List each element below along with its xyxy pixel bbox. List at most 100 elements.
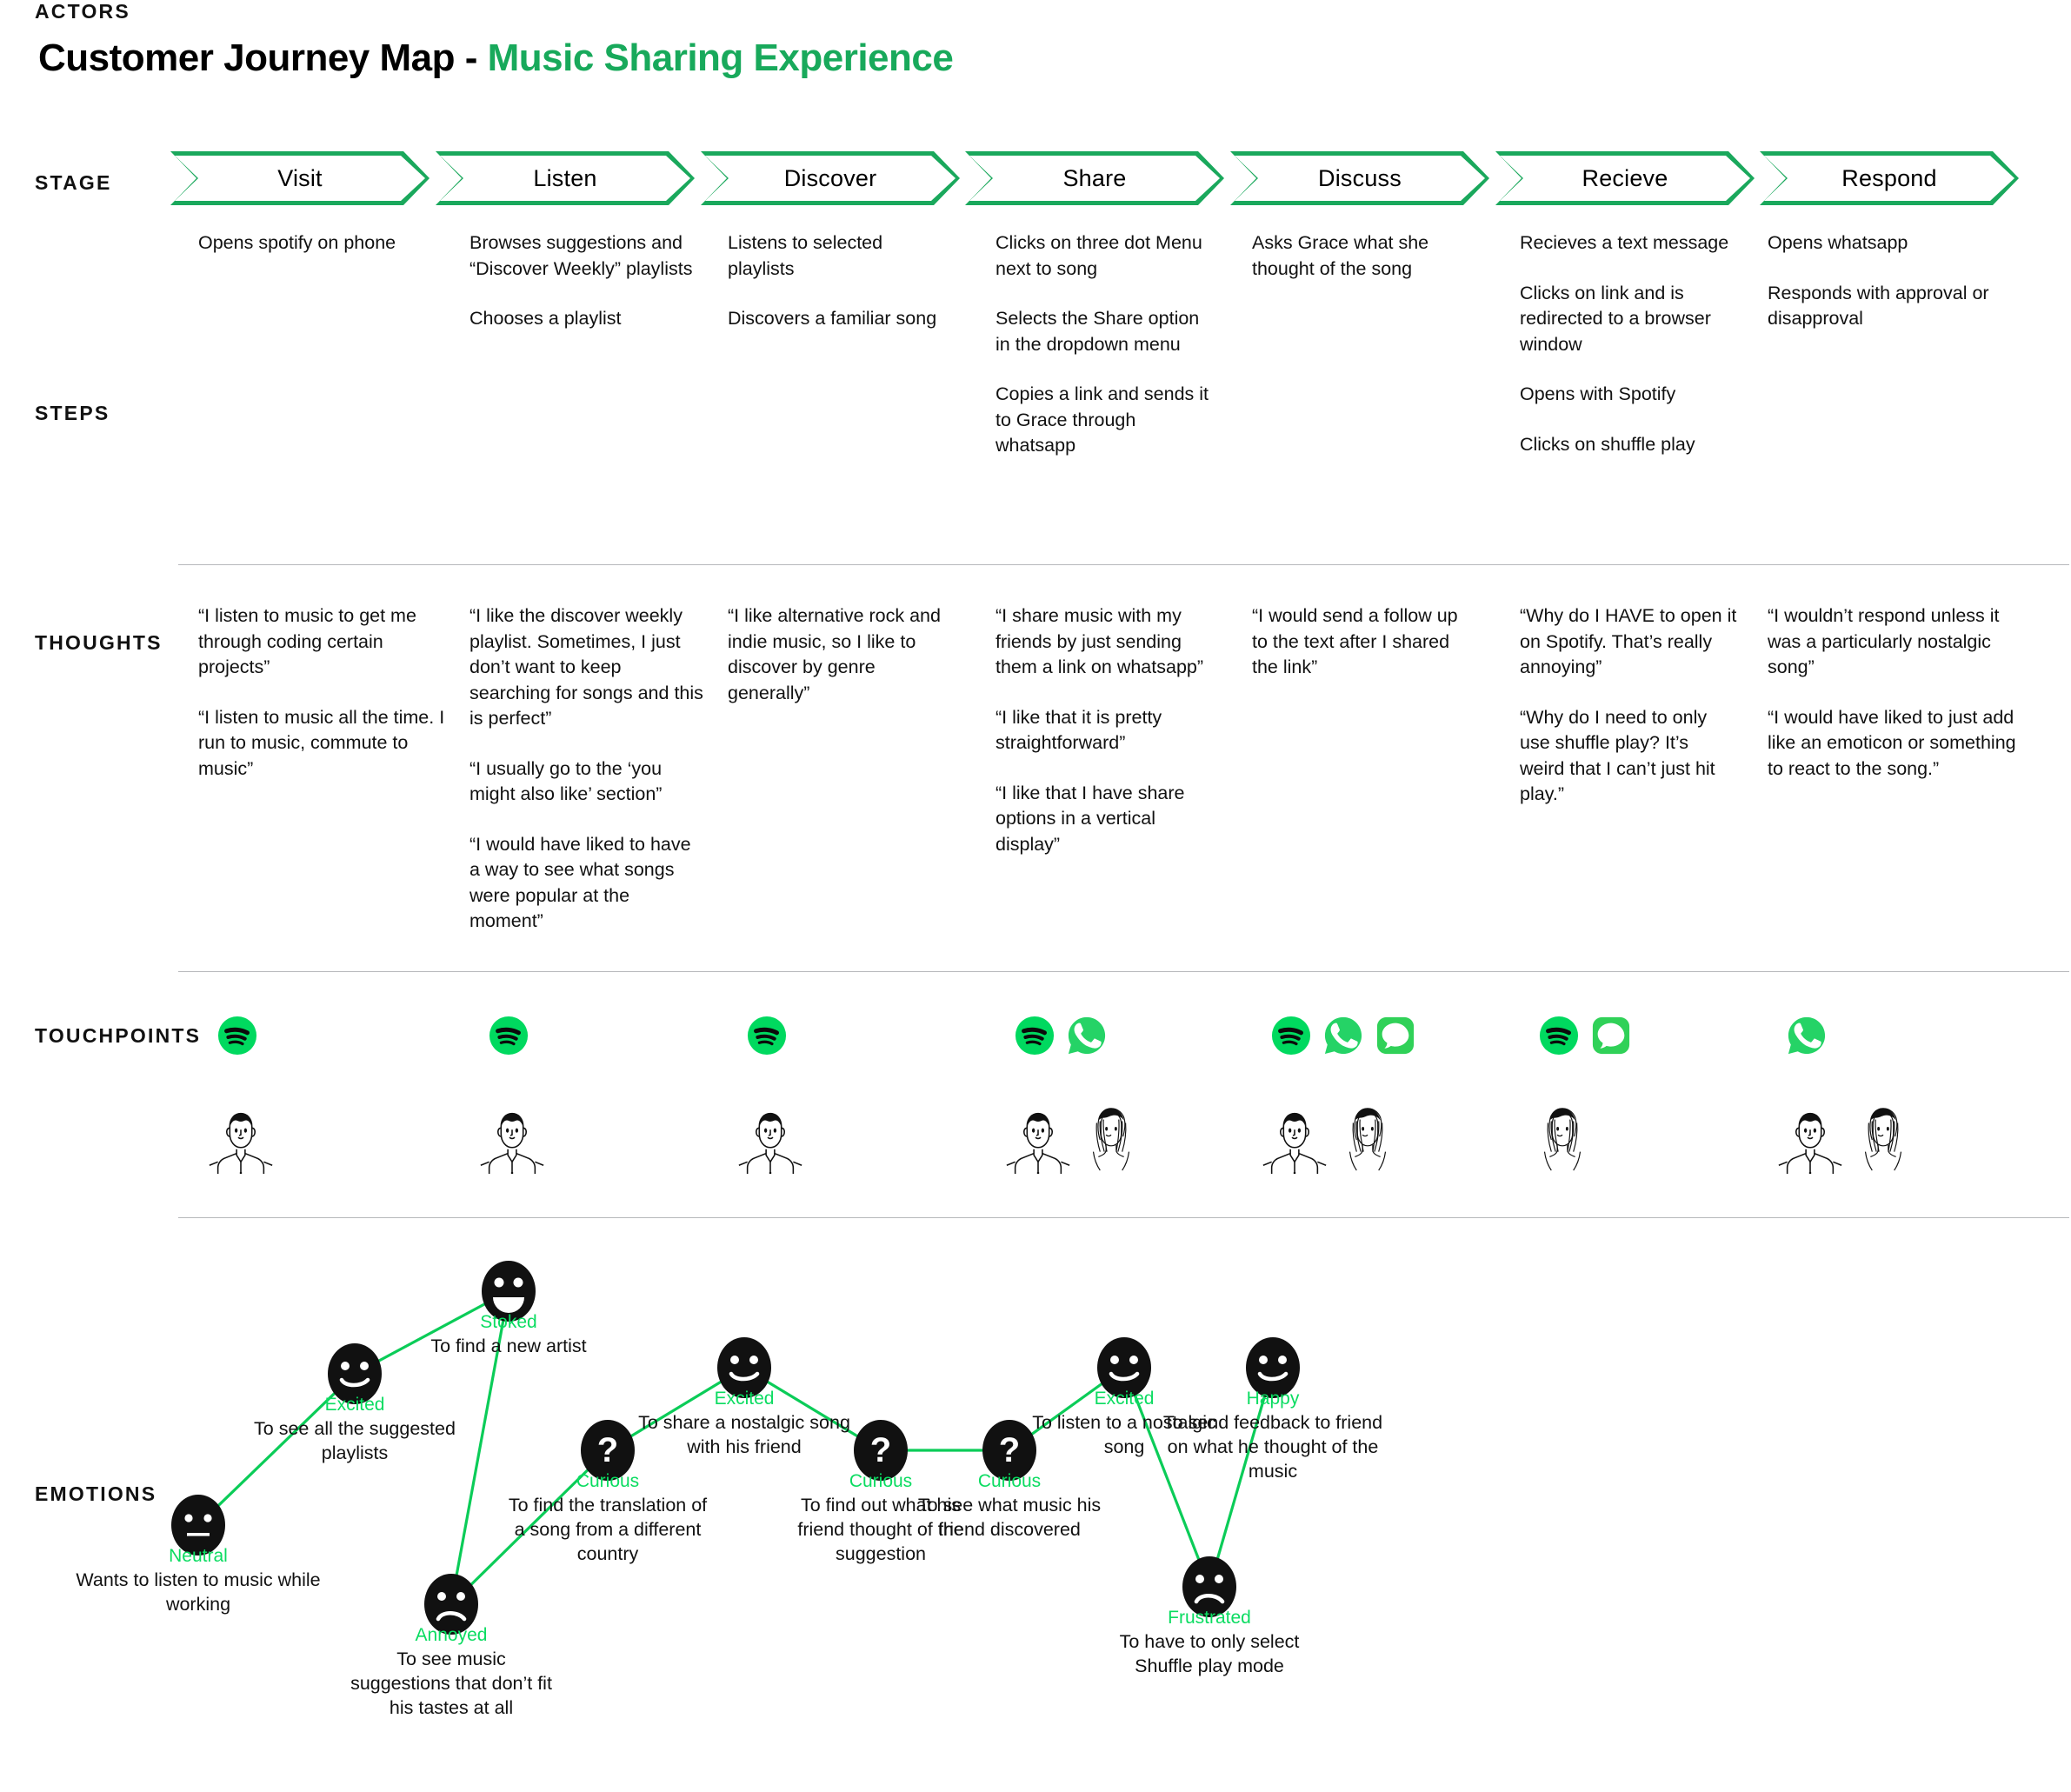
- step-column-discuss: Asks Grace what she thought of the song: [1252, 230, 1478, 282]
- stage-label: Share: [1062, 164, 1127, 191]
- question-face-icon: ?: [982, 1420, 1036, 1481]
- touchpoint-group-listen: [489, 1016, 529, 1056]
- stage-label: Discuss: [1318, 164, 1402, 191]
- page-title-main: Customer Journey Map -: [38, 37, 488, 79]
- divider-steps-thoughts: [178, 564, 2069, 565]
- svg-text:?: ?: [870, 1431, 891, 1469]
- emotion-name: Curious: [977, 1471, 1042, 1491]
- emotion-description: Wants to listen to music while working: [76, 1569, 321, 1615]
- emotion-node-happy-10[interactable]: [1244, 1336, 1302, 1400]
- female-actor-icon: [1092, 1108, 1130, 1171]
- emotion-label-block-6: Curious To find out what his friend thoug…: [776, 1469, 985, 1566]
- imessage-icon: [1592, 1016, 1630, 1055]
- happy-face-icon: [328, 1343, 382, 1404]
- thought-item: “I wouldn’t respond unless it was a part…: [1768, 605, 2000, 677]
- thought-item: “I listen to music to get me through cod…: [198, 605, 416, 677]
- actor-group-share: [1004, 1103, 1145, 1174]
- step-item: Clicks on link and is redirected to a br…: [1520, 282, 1711, 355]
- stage-label: Listen: [533, 164, 597, 191]
- emotion-node-neutral-0[interactable]: [170, 1493, 227, 1557]
- emotion-label-block-2: Stoked To find a new artist: [378, 1310, 639, 1358]
- emotion-name: Excited: [1094, 1389, 1155, 1409]
- stage-chevron-recieve[interactable]: Recieve: [1495, 151, 1755, 205]
- spotify-icon: [1015, 1016, 1055, 1056]
- question-face-icon: ?: [581, 1420, 635, 1481]
- divider-actors-emotions: [178, 1217, 2069, 1218]
- spotify-icon: [1539, 1016, 1579, 1056]
- thought-item: “I would send a follow up to the text af…: [1252, 605, 1458, 677]
- emotion-node-annoyed-3[interactable]: [423, 1572, 480, 1636]
- row-label-actors: ACTORS: [35, 0, 130, 23]
- emotion-label-block-4: Curious To find the translation of a song…: [503, 1469, 712, 1566]
- thought-item: “I share music with my friends by just s…: [996, 605, 1204, 677]
- thought-column-respond: “I wouldn’t respond unless it was a part…: [1768, 603, 2028, 782]
- emotion-connector: [354, 1289, 509, 1376]
- thought-item: “I like alternative rock and indie music…: [728, 605, 941, 703]
- female-actor-icon: [1849, 1103, 1917, 1174]
- step-item: Selects the Share option in the dropdown…: [996, 308, 1200, 355]
- touchpoint-group-discuss: [1271, 1016, 1415, 1056]
- stage-chevron-discover[interactable]: Discover: [701, 151, 960, 205]
- sad-face-icon: [1182, 1556, 1236, 1617]
- step-item: Asks Grace what she thought of the song: [1252, 232, 1429, 279]
- stage-chevron-visit[interactable]: Visit: [170, 151, 430, 205]
- grin-face-icon: [482, 1261, 536, 1322]
- emotion-description: To see music suggestions that don’t fit …: [350, 1649, 552, 1718]
- thought-item: “I would have liked to have a way to see…: [469, 833, 691, 932]
- female-actor-icon: [1334, 1103, 1402, 1174]
- male-actor-icon: [1006, 1112, 1070, 1174]
- whatsapp-icon: [1324, 1016, 1362, 1055]
- thought-item: “I like that I have share options in a v…: [996, 782, 1185, 855]
- emotion-label-block-8: Excited To listen to a nostalgic song: [1020, 1387, 1229, 1459]
- emotion-node-curious-6[interactable]: ?: [852, 1418, 909, 1482]
- row-label-touchpoints: TOUCHPOINTS: [35, 1024, 202, 1047]
- thought-column-discover: “I like alternative rock and indie music…: [728, 603, 945, 706]
- emotion-connector: [449, 1449, 609, 1606]
- emotion-label-block-10: Happy To send feedback to friend on what …: [1151, 1387, 1395, 1483]
- stage-chevron-discuss[interactable]: Discuss: [1230, 151, 1489, 205]
- thought-item: “I listen to music all the time. I run t…: [198, 706, 445, 779]
- step-column-discover: Listens to selected playlists Discovers a…: [728, 230, 945, 332]
- female-actor-icon: [1348, 1108, 1387, 1171]
- emotion-name: Frustrated: [1168, 1608, 1251, 1628]
- divider-thoughts-touchpoints: [178, 971, 2069, 972]
- emotion-node-excited-8[interactable]: [1095, 1336, 1153, 1400]
- spotify-icon: [1539, 1016, 1579, 1056]
- emotion-node-curious-7[interactable]: ?: [981, 1418, 1038, 1482]
- thought-column-listen: “I like the discover weekly playlist. So…: [469, 603, 704, 935]
- emotion-node-stoked-2[interactable]: [480, 1259, 537, 1323]
- emotion-node-excited-1[interactable]: [326, 1342, 383, 1406]
- stage-chevron-share[interactable]: Share: [965, 151, 1224, 205]
- step-item: Chooses a playlist: [469, 308, 622, 329]
- thought-item: “I like the discover weekly playlist. So…: [469, 605, 703, 729]
- touchpoint-group-discover: [747, 1016, 787, 1056]
- imessage-icon: [1376, 1016, 1415, 1055]
- stage-chevron-listen[interactable]: Listen: [436, 151, 695, 205]
- emotion-connector: [449, 1290, 510, 1605]
- emotion-node-frustrated-9[interactable]: [1181, 1555, 1238, 1619]
- emotion-connector: [1208, 1367, 1275, 1588]
- emotion-node-curious-4[interactable]: ?: [579, 1418, 636, 1482]
- spotify-icon: [217, 1016, 257, 1056]
- actor-group-listen: [478, 1103, 546, 1174]
- emotion-node-excited-5[interactable]: [716, 1336, 773, 1400]
- male-actor-icon: [736, 1103, 804, 1174]
- emotion-description: To share a nostalgic song with his frien…: [638, 1412, 850, 1457]
- stage-chevron-respond[interactable]: Respond: [1760, 151, 2019, 205]
- spotify-icon: [1015, 1016, 1055, 1056]
- emotion-connector: [607, 1366, 745, 1452]
- touchpoint-group-respond: [1787, 1016, 1827, 1056]
- emotion-label-block-3: Annoyed To see music suggestions that don…: [347, 1623, 556, 1720]
- step-column-listen: Browses suggestions and “Discover Weekly…: [469, 230, 704, 332]
- emotion-name: Curious: [576, 1471, 640, 1491]
- happy-face-icon: [1246, 1337, 1300, 1398]
- thought-item: “Why do I HAVE to open it on Spotify. Th…: [1520, 605, 1737, 677]
- emotion-description: To send feedback to friend on what he th…: [1162, 1412, 1383, 1482]
- emotion-label-block-1: Excited To see all the suggested playlist…: [229, 1393, 481, 1465]
- step-item: Recieves a text message: [1520, 232, 1729, 253]
- whatsapp-icon: [1068, 1016, 1106, 1055]
- emotion-label-block-5: Excited To share a nostalgic song with hi…: [631, 1387, 857, 1459]
- step-item: Copies a link and sends it to Grace thro…: [996, 383, 1209, 456]
- emotion-description: To find a new artist: [430, 1336, 587, 1356]
- spotify-icon: [217, 1016, 257, 1056]
